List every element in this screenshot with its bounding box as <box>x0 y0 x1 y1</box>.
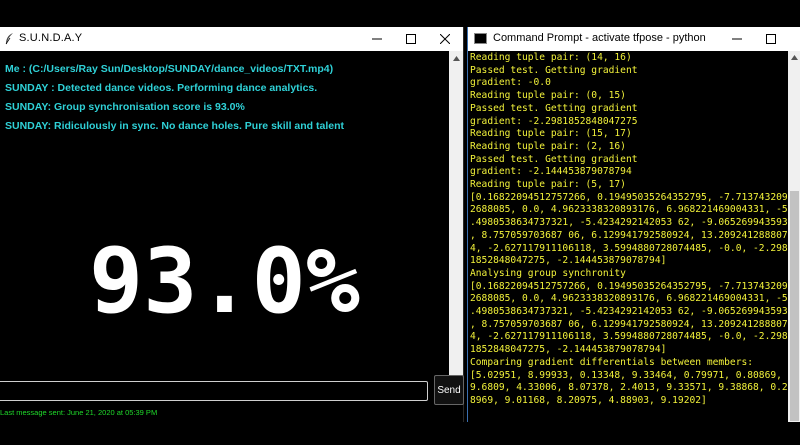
console-line: 2688085, 0.0, 4.9623338320893176, 6.9682… <box>470 204 788 216</box>
scroll-up-button[interactable] <box>449 51 463 65</box>
scroll-up-arrow-icon <box>791 55 798 60</box>
console-line: Reading tuple pair: (15, 17) <box>470 128 632 140</box>
console-line: Reading tuple pair: (5, 17) <box>470 179 626 191</box>
console-line: 9.6809, 4.33006, 8.07378, 2.4013, 9.3357… <box>470 382 788 394</box>
minimize-icon <box>372 38 382 40</box>
console-line: [5.02951, 8.99933, 0.13348, 9.33464, 0.7… <box>470 369 782 381</box>
console-line: [0.16822094512757266, 0.1949503526435279… <box>470 191 790 203</box>
maximize-icon <box>766 34 776 44</box>
close-icon <box>440 34 450 44</box>
chat-line-user: Me : (C:/Users/Ray Sun/Desktop/SUNDAY/da… <box>5 63 334 75</box>
console-line: gradient: -2.2981852848047275 <box>470 115 638 127</box>
sunday-titlebar[interactable]: S.U.N.D.A.Y <box>0 27 463 51</box>
console-line: Reading tuple pair: (2, 16) <box>470 140 626 152</box>
maximize-button[interactable] <box>754 27 788 51</box>
minimize-button[interactable] <box>360 27 394 51</box>
chat-line-sunday: SUNDAY: Group synchronisation score is 9… <box>5 101 245 113</box>
console-line: 1852848047275, -2.144453879078794] <box>470 344 667 356</box>
console-line: Reading tuple pair: (0, 15) <box>470 90 626 102</box>
console-scrollbar[interactable] <box>788 51 800 422</box>
window-title: Command Prompt - activate tfpose - pytho… <box>493 32 708 44</box>
console-line: Passed test. Getting gradient <box>470 64 638 76</box>
chat-scrollbar[interactable] <box>449 51 463 397</box>
message-input[interactable] <box>0 381 428 401</box>
sunday-window: S.U.N.D.A.Y Me : (C:/Users/Ray Sun/Deskt… <box>0 27 464 422</box>
console-line: , 8.757059703687 06, 6.129941792580924, … <box>470 318 790 330</box>
console-line: .4980538634737321, -5.4234292142053 62, … <box>470 217 790 229</box>
console-line: gradient: -0.0 <box>470 77 551 89</box>
chat-line-sunday: SUNDAY: Ridiculously in sync. No dance h… <box>5 120 344 132</box>
console-line: gradient: -2.144453879078794 <box>470 166 632 178</box>
console-line: 2688085, 0.0, 4.9623338320893176, 6.9682… <box>470 293 788 305</box>
maximize-button[interactable] <box>394 27 428 51</box>
console-line: 1852848047275, -2.144453879078794] <box>470 255 667 267</box>
chat-log: Me : (C:/Users/Ray Sun/Desktop/SUNDAY/da… <box>0 51 449 397</box>
console-line: [0.16822094512757266, 0.1949503526435279… <box>470 280 790 292</box>
console-line: , 8.757059703687 06, 6.129941792580924, … <box>470 229 790 241</box>
command-prompt-titlebar[interactable]: Command Prompt - activate tfpose - pytho… <box>468 27 800 51</box>
console-output: Reading tuple pair: (14, 16) Passed test… <box>470 52 790 422</box>
scrollbar-thumb[interactable] <box>790 191 799 421</box>
console-line: 4, -2.627117911106118, 3.599488072807448… <box>470 331 788 343</box>
last-message-status: Last message sent: June 21, 2020 at 05:3… <box>0 408 158 417</box>
sync-score-display: 93.0% <box>89 229 360 334</box>
minimize-button[interactable] <box>720 27 754 51</box>
send-button[interactable]: Send <box>434 375 464 405</box>
close-button[interactable] <box>428 27 462 51</box>
maximize-icon <box>406 34 416 44</box>
minimize-icon <box>732 38 742 40</box>
console-line: .4980538634737321, -5.4234292142053 62, … <box>470 306 790 318</box>
console-line: Reading tuple pair: (14, 16) <box>470 52 632 63</box>
console-line: Analysing group synchronity <box>470 267 626 279</box>
scroll-up-arrow-icon <box>452 55 460 61</box>
console-line: Passed test. Getting gradient <box>470 153 638 165</box>
console-line: Passed test. Getting gradient <box>470 102 638 114</box>
window-title: S.U.N.D.A.Y <box>19 32 83 44</box>
cmd-icon <box>474 33 487 44</box>
feather-icon <box>5 33 13 45</box>
scroll-up-button[interactable] <box>788 51 800 64</box>
console-line: 4, -2.627117911106118, 3.599488072807448… <box>470 242 788 254</box>
console-line: Comparing gradient differentials between… <box>470 356 754 368</box>
chat-line-sunday: SUNDAY : Detected dance videos. Performi… <box>5 82 318 94</box>
command-prompt-window: Command Prompt - activate tfpose - pytho… <box>467 27 800 422</box>
console-line: 8969, 9.01168, 8.20975, 4.88903, 9.19202… <box>470 394 707 406</box>
